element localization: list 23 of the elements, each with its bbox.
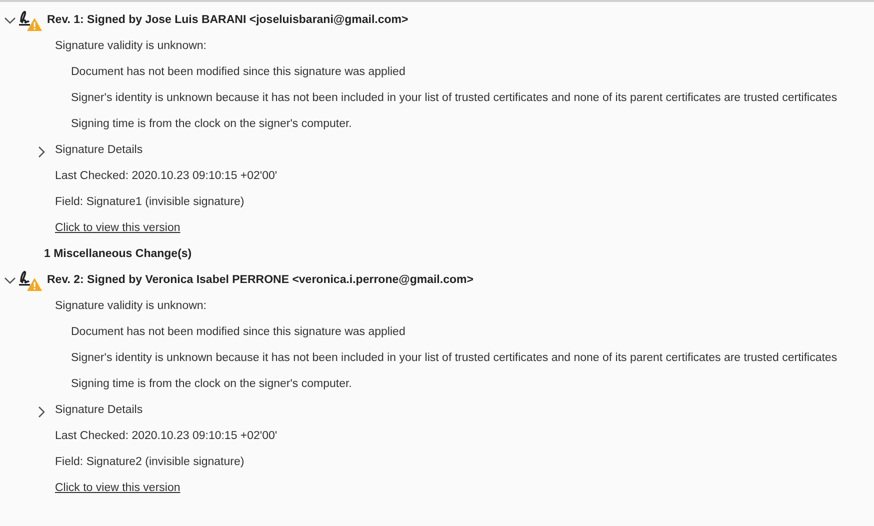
signature-details-label[interactable]: Signature Details	[55, 144, 143, 156]
validity-note: Document has not been modified since this signature was applied	[71, 66, 406, 78]
signature-warning-icon	[18, 269, 42, 291]
view-version-link[interactable]: Click to view this version	[55, 222, 180, 234]
validity-note: Signer's identity is unknown because it has not been included in your list of trusted certificates and none of its parent certificates are trusted certificates	[71, 92, 838, 104]
revision-title: Rev. 2: Signed by Veronica Isabel PERRONE <veronica.i.perrone@gmail.com>	[47, 274, 474, 286]
signature-details-label[interactable]: Signature Details	[55, 404, 143, 416]
field-text: Field: Signature2 (invisible signature)	[55, 456, 244, 468]
last-checked-text: Last Checked: 2020.10.23 09:10:15 +02'00'	[55, 430, 278, 442]
validity-note: Signer's identity is unknown because it has not been included in your list of trusted certificates and none of its parent certificates are trusted certificates	[71, 352, 838, 364]
signature-warning-icon	[18, 9, 42, 31]
validity-status: Signature validity is unknown:	[55, 300, 206, 312]
validity-status: Signature validity is unknown:	[55, 40, 206, 52]
revision-title: Rev. 1: Signed by Jose Luis BARANI <joseluisbarani@gmail.com>	[47, 14, 408, 26]
validity-note: Signing time is from the clock on the signer's computer.	[71, 118, 352, 130]
validity-note: Signing time is from the clock on the signer's computer.	[71, 378, 352, 390]
validity-note: Document has not been modified since this signature was applied	[71, 326, 406, 338]
field-text: Field: Signature1 (invisible signature)	[55, 196, 244, 208]
change-count: 1 Miscellaneous Change(s)	[44, 248, 192, 260]
view-version-link[interactable]: Click to view this version	[55, 482, 180, 494]
expand-chevron-icon[interactable]	[37, 406, 47, 418]
expand-chevron-icon[interactable]	[37, 146, 47, 158]
last-checked-text: Last Checked: 2020.10.23 09:10:15 +02'00'	[55, 170, 278, 182]
